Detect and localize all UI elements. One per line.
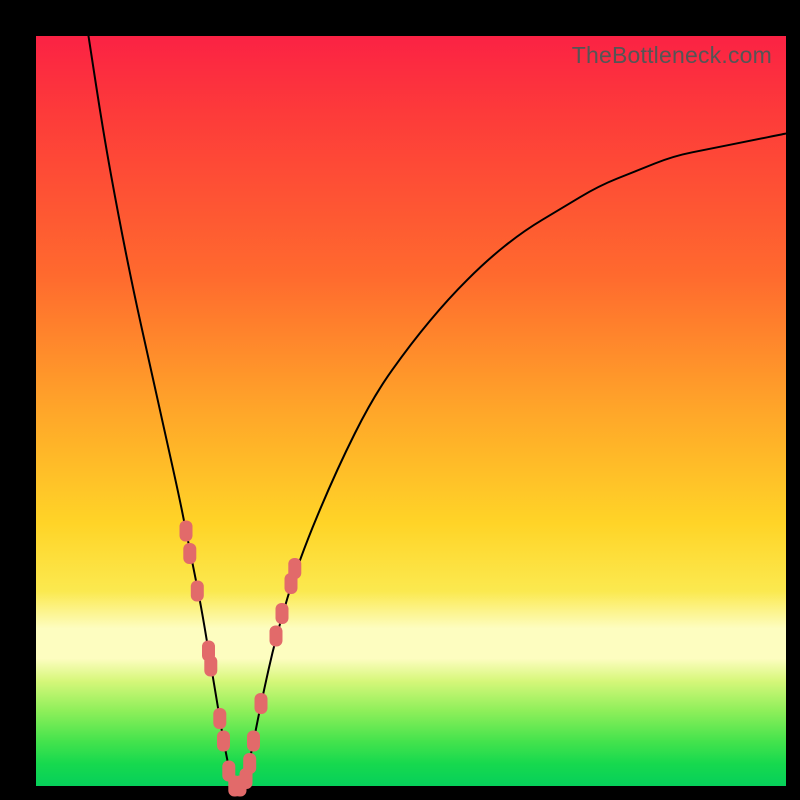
- data-marker: [183, 543, 196, 564]
- data-marker: [255, 693, 268, 714]
- chart-frame: TheBottleneck.com: [0, 0, 800, 800]
- data-marker: [288, 558, 301, 579]
- data-marker: [213, 708, 226, 729]
- data-marker: [270, 626, 283, 647]
- data-marker: [276, 603, 289, 624]
- data-marker: [204, 656, 217, 677]
- data-marker: [243, 753, 256, 774]
- data-marker: [191, 581, 204, 602]
- data-marker: [247, 731, 260, 752]
- data-marker: [180, 521, 193, 542]
- plot-area: TheBottleneck.com: [36, 36, 786, 786]
- chart-overlay: [36, 36, 786, 786]
- curve-markers: [180, 521, 302, 797]
- bottleneck-curve: [89, 36, 787, 784]
- data-marker: [217, 731, 230, 752]
